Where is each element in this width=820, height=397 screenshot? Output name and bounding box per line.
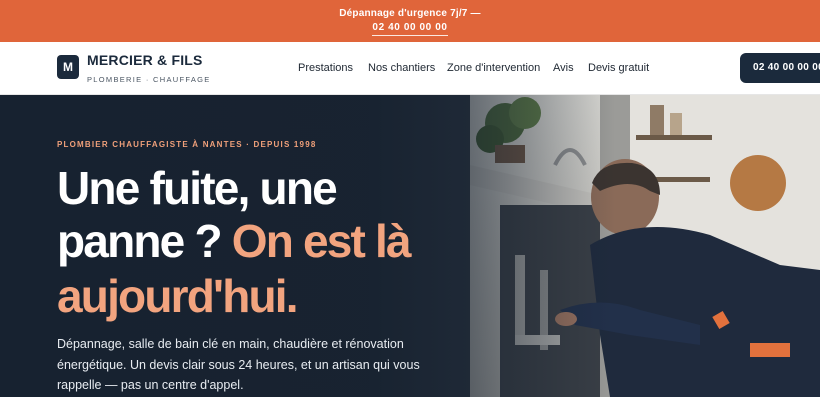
hero-section: PLOMBIER CHAUFFAGISTE À NANTES · DEPUIS … bbox=[0, 95, 820, 397]
nav-link-prestations[interactable]: Prestations bbox=[298, 62, 353, 74]
hero-eyebrow: PLOMBIER CHAUFFAGISTE À NANTES · DEPUIS … bbox=[57, 140, 317, 149]
site-header: M MERCIER & FILS PLOMBERIE · CHAUFFAGE P… bbox=[0, 42, 820, 95]
nav-link-zone[interactable]: Zone d'intervention bbox=[447, 62, 540, 74]
brand-name[interactable]: MERCIER & FILS bbox=[87, 52, 203, 68]
hero-description: Dépannage, salle de bain clé en main, ch… bbox=[57, 337, 420, 392]
hero-title-line-2: panne ? On est là bbox=[57, 215, 412, 267]
urgency-label: Dépannage d'urgence 7j/7 — bbox=[339, 8, 481, 19]
brand-tagline: PLOMBERIE · CHAUFFAGE bbox=[87, 75, 211, 84]
urgency-phone-link[interactable]: 02 40 00 00 00 bbox=[0, 22, 820, 36]
hero-title-accent: On est là bbox=[231, 215, 412, 267]
nav-link-avis[interactable]: Avis bbox=[553, 62, 574, 74]
logo-icon[interactable]: M bbox=[57, 55, 79, 79]
hero-title-line-1: Une fuite, une bbox=[57, 162, 338, 214]
urgency-phone-text[interactable]: 02 40 00 00 00 bbox=[372, 22, 448, 36]
nav-link-chantiers[interactable]: Nos chantiers bbox=[368, 62, 435, 74]
nav-link-devis[interactable]: Devis gratuit bbox=[588, 62, 649, 74]
header-phone-button[interactable]: 02 40 00 00 00 bbox=[740, 53, 820, 83]
urgency-banner: Dépannage d'urgence 7j/7 — 02 40 00 00 0… bbox=[0, 0, 820, 42]
hero-title-line-3: aujourd'hui. bbox=[57, 270, 299, 322]
hero-title-line-2-start: panne ? bbox=[57, 215, 223, 267]
